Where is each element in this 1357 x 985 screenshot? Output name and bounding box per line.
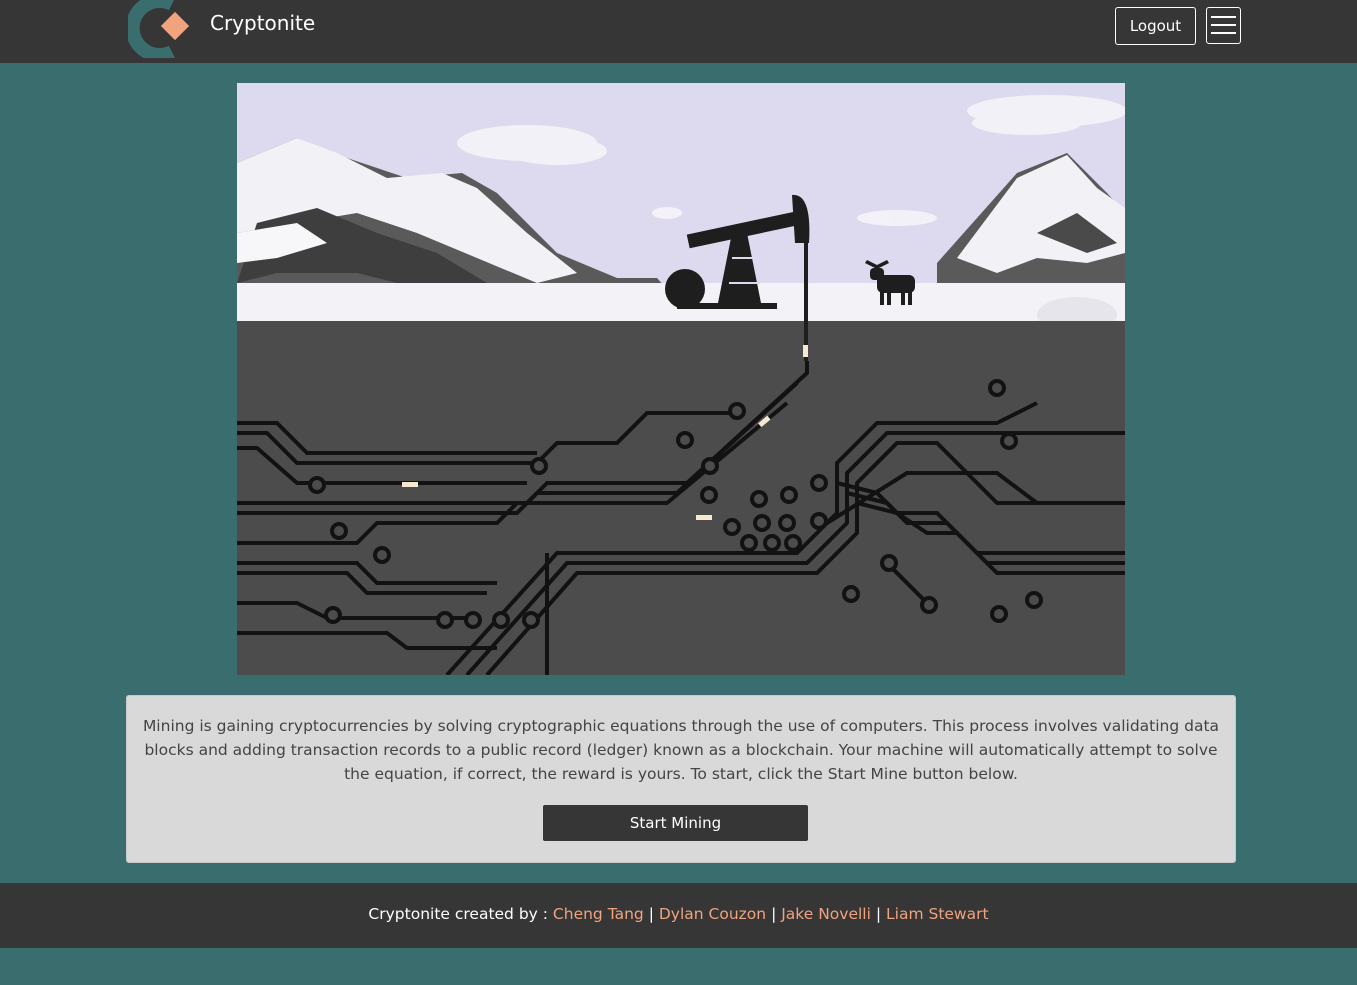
mining-description: Mining is gaining cryptocurrencies by so… (142, 717, 1220, 783)
navbar: Cryptonite Logout (0, 0, 1357, 63)
footer-separator: | (648, 905, 654, 923)
footer-prefix: Cryptonite created by : (368, 905, 553, 923)
mining-illustration (237, 83, 1125, 675)
cryptonite-logo[interactable] (125, 0, 198, 62)
author-link-liam-stewart[interactable]: Liam Stewart (886, 905, 989, 923)
author-link-cheng-tang[interactable]: Cheng Tang (553, 905, 644, 923)
start-mining-button[interactable]: Start Mining (543, 805, 808, 841)
footer-separator: | (771, 905, 777, 923)
logout-button[interactable]: Logout (1115, 7, 1196, 45)
author-link-jake-novelli[interactable]: Jake Novelli (781, 905, 871, 923)
hamburger-icon (1211, 16, 1236, 34)
footer: Cryptonite created by : Cheng Tang | Dyl… (0, 883, 1357, 948)
footer-separator: | (875, 905, 882, 923)
author-link-dylan-couzon[interactable]: Dylan Couzon (659, 905, 766, 923)
mining-info-card: Mining is gaining cryptocurrencies by so… (126, 695, 1236, 863)
footer-credits: Cryptonite created by : Cheng Tang | Dyl… (0, 905, 1357, 923)
menu-button[interactable] (1206, 7, 1241, 44)
brand-name[interactable]: Cryptonite (210, 11, 315, 35)
